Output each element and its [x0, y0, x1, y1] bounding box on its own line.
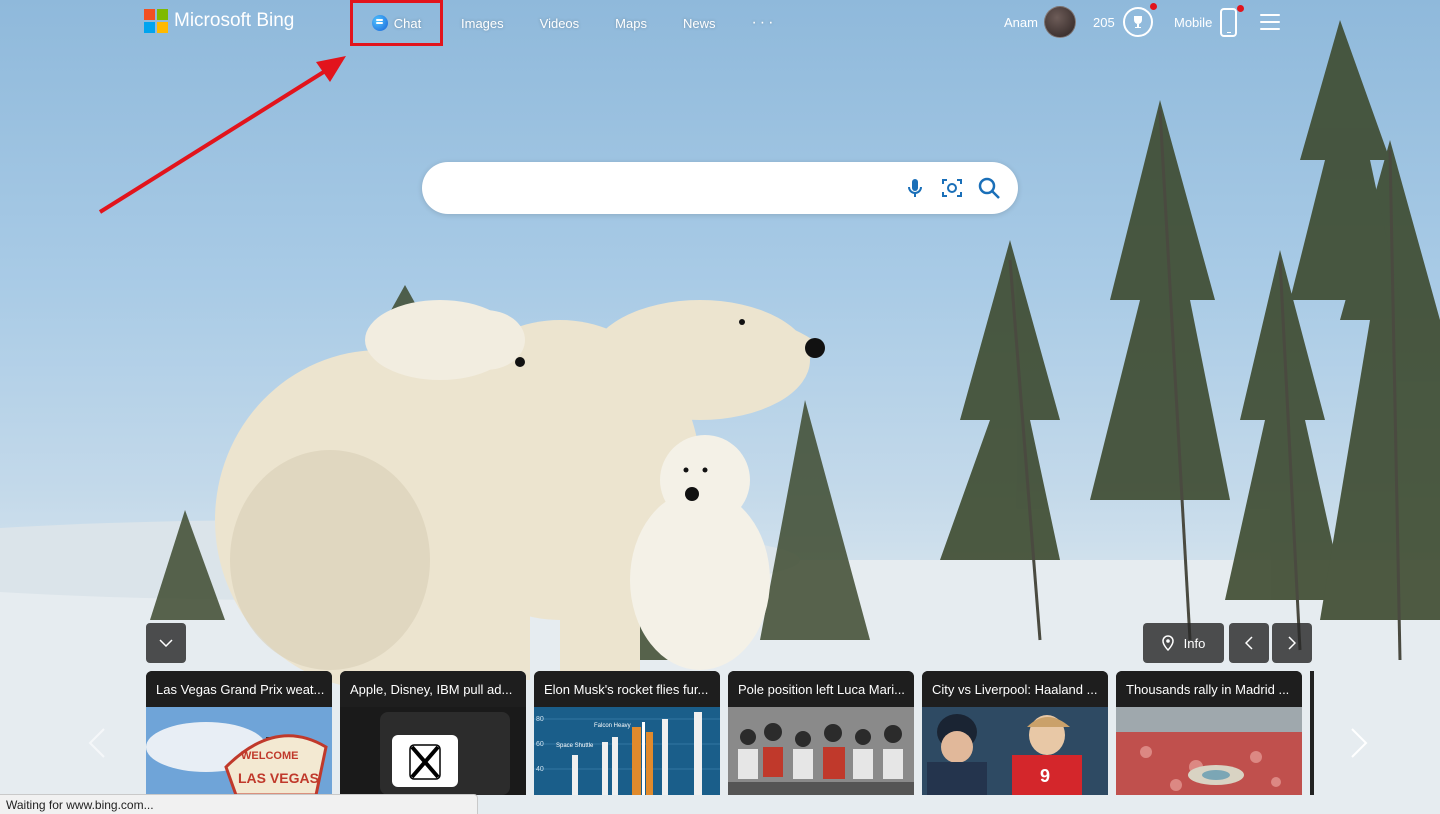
visual-search-icon[interactable]	[939, 175, 965, 201]
news-card-image	[728, 707, 914, 795]
info-label: Info	[1183, 635, 1206, 651]
chevron-right-icon	[1288, 636, 1296, 650]
chat-icon	[371, 15, 388, 31]
microsoft-logo-icon	[144, 9, 168, 33]
news-card[interactable]: Apple, Disney, IBM pull ad...	[340, 671, 526, 795]
news-card[interactable]: Elon Musk's rocket flies fur... 80 60 40…	[534, 671, 720, 795]
collapse-button[interactable]	[146, 623, 186, 663]
user-name[interactable]: Anam	[1004, 15, 1038, 30]
news-card-image: 80 60 40 Falcon Heavy Space Shuttle	[534, 707, 720, 795]
notification-dot	[1150, 3, 1157, 10]
search-box	[422, 162, 1018, 214]
menu-icon[interactable]	[1260, 14, 1280, 30]
nav-chat[interactable]: Chat	[350, 0, 443, 46]
logo-text: Microsoft Bing	[174, 10, 295, 31]
avatar[interactable]	[1044, 6, 1076, 38]
trophy-icon[interactable]	[1123, 7, 1153, 37]
nav-images[interactable]: Images	[443, 0, 522, 46]
rocket-chart-label: Falcon Heavy	[594, 723, 631, 729]
news-card[interactable]: Las Vegas Grand Prix weat... WELCOME LAS…	[146, 671, 332, 795]
status-bar: Waiting for www.bing.com...	[0, 794, 478, 814]
rocket-chart-tick: 40	[536, 766, 544, 773]
carousel-prev-icon[interactable]	[86, 727, 108, 759]
top-nav: Chat Images Videos Maps News ···	[350, 0, 794, 46]
info-button[interactable]: Info	[1143, 623, 1224, 663]
news-card-image: WELCOME LAS VEGAS	[146, 707, 332, 795]
previous-image-button[interactable]	[1229, 623, 1269, 663]
news-card-image	[1116, 707, 1302, 795]
nav-news[interactable]: News	[665, 0, 734, 46]
rocket-chart-label: Space Shuttle	[556, 743, 594, 749]
news-card-title: Elon Musk's rocket flies fur...	[534, 671, 720, 707]
vegas-sign-welcome: WELCOME	[241, 750, 298, 762]
nav-more-button[interactable]: ···	[733, 0, 794, 46]
news-card-title: Pole position left Luca Mari...	[728, 671, 914, 707]
next-image-button[interactable]	[1272, 623, 1312, 663]
jersey-number: 9	[1040, 766, 1050, 786]
phone-icon[interactable]	[1220, 8, 1237, 37]
news-card-title: City vs Liverpool: Haaland ...	[922, 671, 1108, 707]
news-card[interactable]: Thousands rally in Madrid ...	[1116, 671, 1302, 795]
mobile-notification-dot	[1237, 5, 1244, 12]
rocket-chart-tick: 80	[536, 716, 544, 723]
location-pin-icon	[1161, 635, 1174, 651]
vegas-sign-title: LAS VEGAS	[238, 770, 319, 786]
news-card-partial	[1310, 671, 1314, 795]
chevron-left-icon	[1245, 636, 1253, 650]
carousel-next-icon[interactable]	[1348, 727, 1370, 759]
nav-maps[interactable]: Maps	[597, 0, 665, 46]
search-input[interactable]	[446, 174, 906, 202]
mobile-label[interactable]: Mobile	[1174, 15, 1212, 30]
bing-logo[interactable]: Microsoft Bing	[144, 9, 294, 33]
news-card-image	[340, 707, 526, 795]
microphone-icon[interactable]	[902, 175, 928, 201]
top-header: Microsoft Bing Chat Images Videos Maps N…	[0, 0, 1440, 46]
news-card-title: Apple, Disney, IBM pull ad...	[340, 671, 526, 707]
news-card-title: Las Vegas Grand Prix weat...	[146, 671, 332, 707]
news-card-image: 9	[922, 707, 1108, 795]
news-card-title: Thousands rally in Madrid ...	[1116, 671, 1302, 707]
search-icon[interactable]	[976, 175, 1002, 201]
rewards-points[interactable]: 205	[1093, 15, 1115, 30]
chevron-down-icon	[159, 639, 173, 647]
nav-videos[interactable]: Videos	[522, 0, 598, 46]
news-card[interactable]: Pole position left Luca Mari...	[728, 671, 914, 795]
news-card[interactable]: City vs Liverpool: Haaland ... 9	[922, 671, 1108, 795]
nav-chat-label: Chat	[393, 15, 422, 31]
rocket-chart-tick: 60	[536, 741, 544, 748]
